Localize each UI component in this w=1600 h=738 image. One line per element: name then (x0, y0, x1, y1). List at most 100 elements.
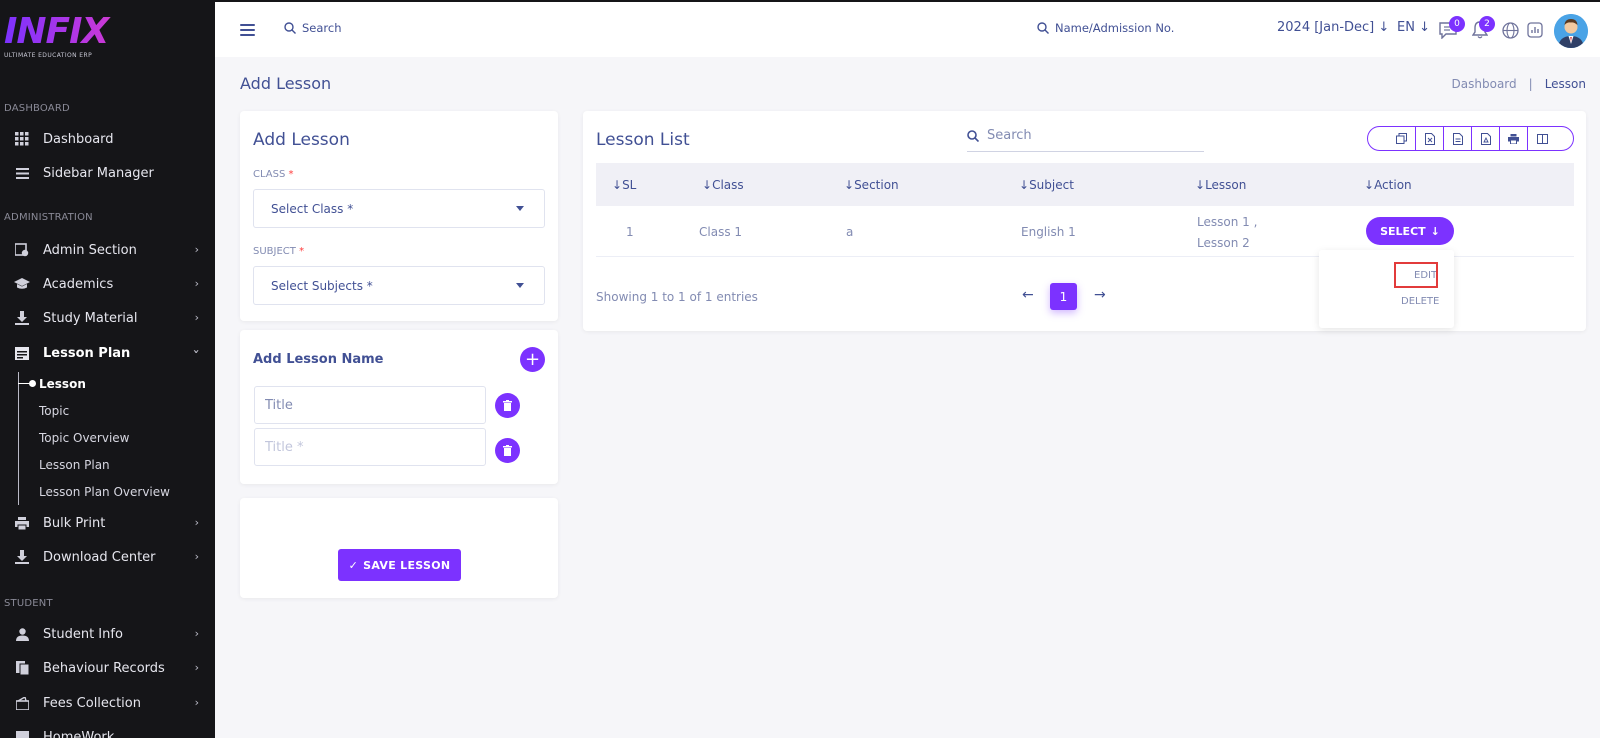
column-header-section[interactable]: ↓Section (844, 178, 899, 192)
lesson-title-input-1[interactable] (254, 386, 486, 424)
avatar[interactable] (1554, 14, 1588, 48)
sidebar-item-label: Bulk Print (43, 515, 106, 531)
list-icon (14, 166, 30, 180)
submenu-active-dot (29, 380, 36, 387)
sidebar-item-label: Study Material (43, 310, 138, 326)
admin-icon (14, 243, 30, 257)
language-value: EN (1397, 20, 1415, 35)
sidebar-item-bulk-print[interactable]: Bulk Print › (0, 508, 215, 538)
sidebar-subitem-topic-overview[interactable]: Topic Overview (39, 431, 130, 445)
column-header-sl[interactable]: ↓SL (612, 178, 636, 192)
calendar-icon (14, 346, 30, 360)
column-header-lesson[interactable]: ↓Lesson (1195, 178, 1246, 192)
cell-section: a (846, 225, 854, 239)
columns-icon[interactable] (1528, 127, 1556, 150)
sidebar-item-download-center[interactable]: Download Center › (0, 542, 215, 572)
sidebar-item-homework[interactable]: HomeWork (0, 722, 215, 738)
language-select[interactable]: EN ↓ (1397, 20, 1430, 35)
sidebar-item-academics[interactable]: Academics › (0, 269, 215, 299)
next-page-icon[interactable]: → (1094, 287, 1106, 303)
trash-icon (503, 445, 512, 456)
dropdown-delete[interactable]: DELETE (1401, 296, 1439, 307)
prev-page-icon[interactable]: ← (1022, 287, 1034, 303)
class-select[interactable]: Select Class * (253, 189, 545, 228)
save-lesson-label: SAVE LESSON (363, 558, 451, 572)
section-label-administration: ADMINISTRATION (4, 212, 93, 223)
sidebar-subitem-topic[interactable]: Topic (39, 404, 69, 418)
select-action-button[interactable]: SELECT ↓ (1366, 217, 1454, 245)
copy-icon[interactable] (1388, 127, 1416, 150)
arrow-down-icon: ↓ (1430, 224, 1440, 238)
sidebar-subitem-lesson[interactable]: Lesson (39, 377, 86, 391)
sidebar-item-admin-section[interactable]: Admin Section › (0, 235, 215, 265)
sidebar-subitem-lesson-plan[interactable]: Lesson Plan (39, 458, 110, 472)
chevron-right-icon: › (194, 516, 199, 529)
cell-lesson-line-2: Lesson 2 (1197, 236, 1250, 250)
search-icon (1037, 22, 1049, 34)
csv-icon[interactable] (1444, 127, 1472, 150)
global-search[interactable]: Search (284, 21, 342, 35)
cell-subject: English 1 (1021, 225, 1076, 239)
page-title: Add Lesson (240, 74, 332, 93)
lesson-name-title: Add Lesson Name (253, 352, 384, 367)
delete-row-button-1[interactable] (495, 393, 520, 418)
sidebar-item-sidebar-manager[interactable]: Sidebar Manager (0, 158, 215, 188)
column-header-action[interactable]: ↓Action (1364, 178, 1412, 192)
academic-year-select[interactable]: 2024 [Jan-Dec] ↓ (1277, 20, 1389, 35)
column-header-subject[interactable]: ↓Subject (1019, 178, 1074, 192)
chevron-right-icon: › (194, 696, 199, 709)
check-icon: ✓ (348, 558, 359, 572)
sidebar-item-behaviour-records[interactable]: Behaviour Records › (0, 653, 215, 683)
caret-down-icon (516, 283, 524, 288)
student-search[interactable]: Name/Admission No. (1037, 21, 1174, 35)
print-icon[interactable] (1500, 127, 1528, 150)
logo[interactable]: INFIX ULTIMATE EDUCATION ERP (4, 14, 204, 64)
column-header-label: SL (622, 178, 637, 192)
user-icon (14, 627, 30, 641)
reports-icon[interactable] (1525, 20, 1545, 40)
sidebar-item-fees-collection[interactable]: Fees Collection › (0, 688, 215, 718)
graduation-cap-icon (14, 277, 30, 291)
sidebar-subitem-lesson-plan-overview[interactable]: Lesson Plan Overview (39, 485, 170, 499)
global-search-label: Search (302, 21, 342, 35)
sidebar-item-label: Behaviour Records (43, 660, 165, 676)
sidebar-item-study-material[interactable]: Study Material › (0, 303, 215, 333)
excel-icon[interactable] (1416, 127, 1444, 150)
sidebar-item-label: Download Center (43, 549, 156, 565)
top-header (215, 2, 1600, 57)
column-header-class[interactable]: ↓Class (702, 178, 744, 192)
globe-icon[interactable] (1500, 20, 1520, 40)
search-icon (284, 22, 296, 34)
class-label: CLASS * (253, 169, 294, 180)
page-button-current[interactable]: 1 (1050, 283, 1077, 310)
sidebar-item-label: Academics (43, 276, 114, 292)
subject-label: SUBJECT * (253, 246, 304, 257)
breadcrumb-current: Lesson (1544, 77, 1586, 91)
grid-icon (14, 132, 30, 146)
chevron-down-icon: › (190, 349, 204, 354)
lesson-list-search[interactable]: Search (967, 120, 1204, 152)
sidebar-item-dashboard[interactable]: Dashboard (0, 124, 215, 154)
save-lesson-button[interactable]: ✓ SAVE LESSON (338, 549, 461, 581)
records-icon (14, 661, 30, 675)
sidebar: INFIX ULTIMATE EDUCATION ERP DASHBOARD D… (0, 0, 215, 738)
sidebar-item-label: Fees Collection (43, 695, 141, 711)
section-label-dashboard: DASHBOARD (4, 103, 70, 114)
add-lesson-row-button[interactable]: + (520, 347, 545, 372)
class-label-text: CLASS (253, 169, 286, 180)
subject-select[interactable]: Select Subjects * (253, 266, 545, 305)
breadcrumb-dashboard[interactable]: Dashboard (1452, 77, 1517, 91)
pdf-icon[interactable] (1472, 127, 1500, 150)
wallet-icon (14, 696, 30, 710)
arrow-down-icon: ↓ (1378, 20, 1390, 35)
sidebar-item-lesson-plan[interactable]: Lesson Plan › (0, 338, 215, 368)
lesson-title-input-2[interactable] (254, 428, 486, 466)
arrow-down-icon: ↓ (1419, 20, 1430, 35)
breadcrumb-separator: | (1528, 77, 1533, 91)
delete-row-button-2[interactable] (495, 438, 520, 463)
student-search-label: Name/Admission No. (1055, 21, 1175, 35)
sidebar-item-student-info[interactable]: Student Info › (0, 619, 215, 649)
column-header-label: Subject (1029, 178, 1074, 192)
menu-toggle-icon[interactable] (240, 24, 255, 36)
breadcrumb: Dashboard | Lesson (1452, 77, 1586, 91)
